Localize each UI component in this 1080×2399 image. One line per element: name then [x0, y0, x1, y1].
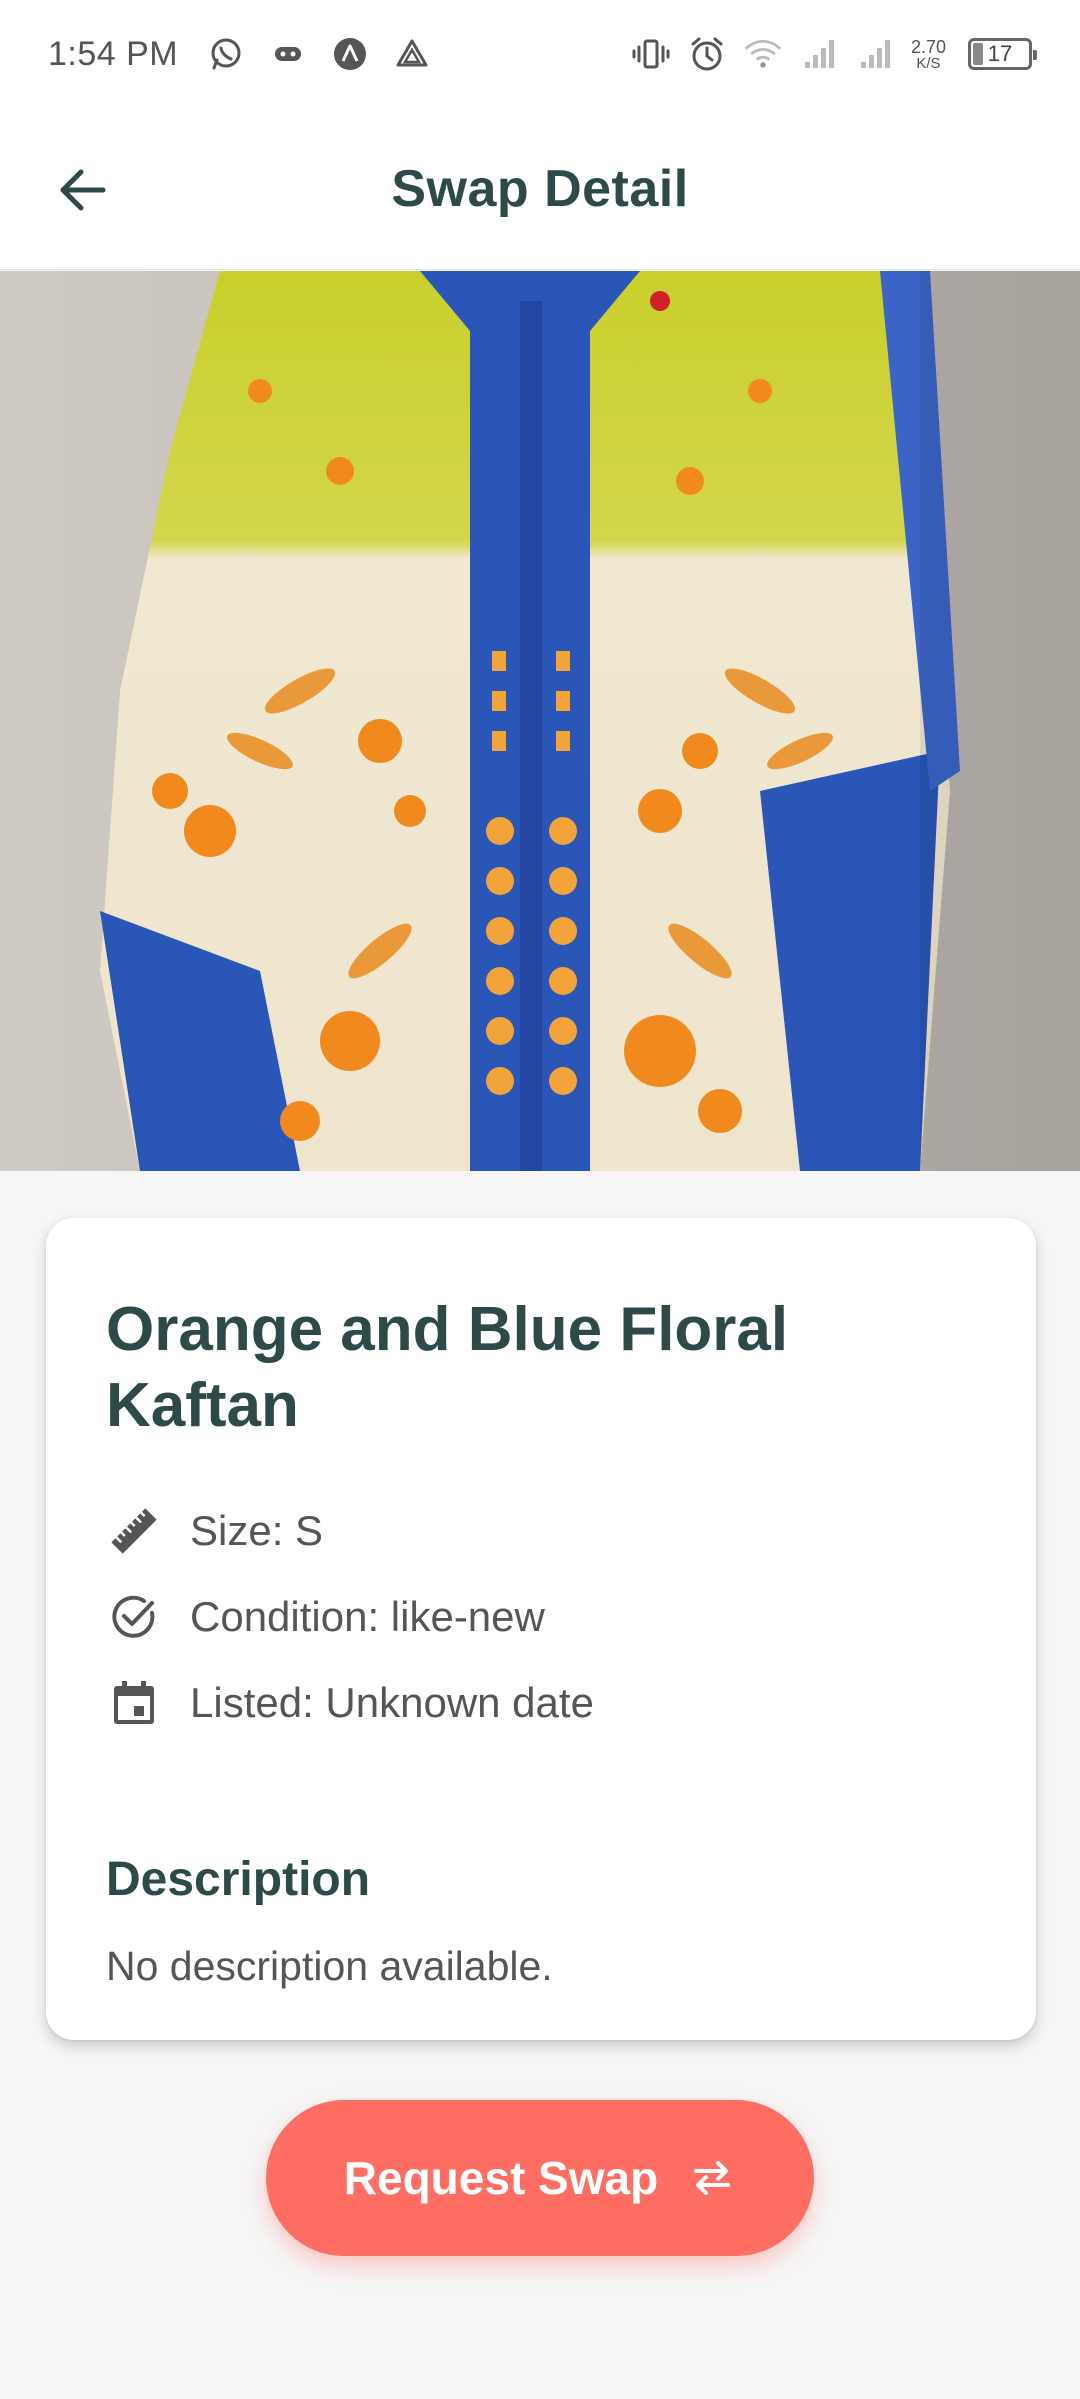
wifi-icon — [743, 34, 783, 74]
swap-arrows-icon — [694, 2161, 731, 2195]
ruler-icon — [106, 1503, 162, 1559]
status-bar: 1:54 PM 2.70 K/S 17 — [0, 0, 1080, 108]
description-text: No description available. — [106, 1943, 553, 1989]
signal-icon — [799, 34, 839, 74]
network-speed-unit: K/S — [916, 54, 941, 72]
battery-level-text: 17 — [987, 41, 1013, 66]
calendar-icon — [106, 1675, 162, 1731]
app-bar: Swap Detail — [0, 108, 1080, 270]
product-image[interactable] — [0, 271, 1080, 1171]
size-row: Size: S — [106, 1488, 976, 1574]
status-right: 2.70 K/S 17 — [631, 34, 1037, 74]
status-time: 1:54 PM — [48, 34, 179, 73]
status-left: 1:54 PM — [48, 34, 432, 74]
item-meta-list: Size: S Condition: like-new Listed: Unkn… — [106, 1488, 976, 1746]
notification-a-icon — [330, 34, 370, 74]
page-title: Swap Detail — [391, 159, 689, 218]
network-speed: 2.70 K/S — [911, 38, 946, 71]
arrow-back-icon — [60, 169, 106, 211]
vibrate-icon — [631, 34, 671, 74]
back-button[interactable] — [44, 152, 120, 228]
signal-icon — [855, 34, 895, 74]
listed-row: Listed: Unknown date — [106, 1660, 976, 1746]
whatsapp-icon — [206, 34, 246, 74]
game-controller-icon — [268, 34, 308, 74]
listed-text: Listed: Unknown date — [190, 1679, 594, 1726]
drive-icon — [392, 34, 432, 74]
item-detail-card: Orange and Blue Floral Kaftan Size: S Co… — [46, 1218, 1036, 2040]
description-heading: Description — [106, 1853, 371, 1906]
battery-icon: 17 — [968, 38, 1037, 70]
condition-text: Condition: like-new — [190, 1593, 545, 1640]
size-text: Size: S — [190, 1507, 324, 1554]
condition-row: Condition: like-new — [106, 1574, 976, 1660]
swap-detail-screen: 1:54 PM 2.70 K/S 17 Swap Detail Orange a… — [0, 0, 1080, 2399]
alarm-icon — [687, 34, 727, 74]
item-title: Orange and Blue Floral Kaftan — [106, 1295, 789, 1440]
battery-level-fill — [973, 43, 983, 65]
network-speed-value: 2.70 — [910, 36, 946, 57]
request-swap-label: Request Swap — [343, 2152, 659, 2204]
check-circle-icon — [106, 1589, 162, 1645]
kaftan-photo — [0, 271, 1080, 1171]
request-swap-button[interactable]: Request Swap — [266, 2100, 814, 2256]
